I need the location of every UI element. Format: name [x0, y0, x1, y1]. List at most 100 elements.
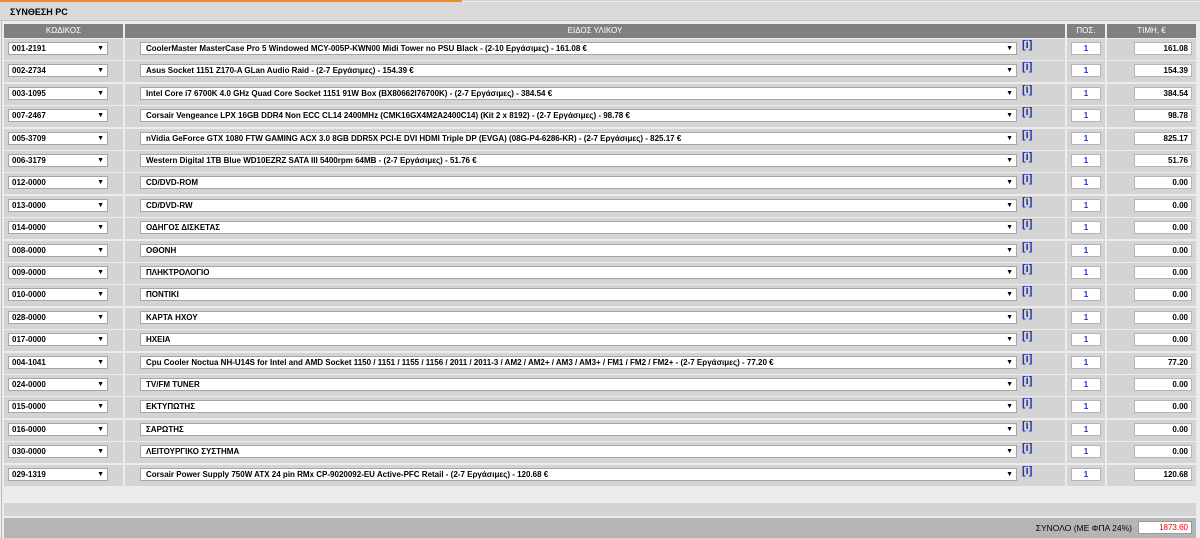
code-select[interactable]: 010-0000 ▼ — [8, 288, 108, 302]
description-select[interactable]: ΣΑΡΩΤΗΣ ▼ — [140, 422, 1017, 436]
price-cell: 0.00 — [1107, 442, 1196, 464]
quantity-input[interactable]: 1 — [1071, 109, 1101, 123]
description-select[interactable]: ΛΕΙΤΟΥΡΓΙΚΟ ΣΥΣΤΗΜΑ ▼ — [140, 445, 1017, 459]
description-select[interactable]: TV/FM TUNER ▼ — [140, 378, 1017, 391]
description-select[interactable]: Cpu Cooler Noctua NH-U14S for Intel and … — [140, 355, 1017, 369]
code-select[interactable]: 014-0000 ▼ — [8, 221, 108, 235]
info-link[interactable]: [i] — [1022, 285, 1032, 297]
quantity-input[interactable]: 1 — [1071, 445, 1101, 459]
code-select[interactable]: 001-2191 ▼ — [8, 42, 108, 55]
code-value: 028-0000 — [12, 312, 46, 322]
header-quantity: ΠΟΣ. — [1067, 24, 1105, 38]
quantity-input[interactable]: 1 — [1071, 221, 1101, 235]
code-select[interactable]: 003-1095 ▼ — [8, 86, 108, 100]
quantity-input[interactable]: 1 — [1071, 266, 1101, 279]
info-link[interactable]: [i] — [1022, 308, 1032, 320]
code-select[interactable]: 013-0000 ▼ — [8, 198, 108, 212]
quantity-input[interactable]: 1 — [1071, 355, 1101, 369]
info-link[interactable]: [i] — [1022, 218, 1032, 230]
quantity-input[interactable]: 1 — [1071, 176, 1101, 190]
code-select[interactable]: 006-3179 ▼ — [8, 154, 108, 167]
code-select[interactable]: 002-2734 ▼ — [8, 64, 108, 78]
description-select[interactable]: ΗΧΕΙΑ ▼ — [140, 333, 1017, 347]
info-link[interactable]: [i] — [1022, 173, 1032, 185]
chevron-down-icon: ▼ — [1006, 448, 1013, 456]
info-link[interactable]: [i] — [1022, 241, 1032, 253]
quantity-input[interactable]: 1 — [1071, 288, 1101, 302]
info-link[interactable]: [i] — [1022, 330, 1032, 342]
quantity-input[interactable]: 1 — [1071, 400, 1101, 414]
code-select[interactable]: 029-1319 ▼ — [8, 467, 108, 481]
quantity-input[interactable]: 1 — [1071, 64, 1101, 78]
chevron-down-icon: ▼ — [97, 291, 104, 299]
quantity-input[interactable]: 1 — [1071, 333, 1101, 347]
info-link[interactable]: [i] — [1022, 375, 1032, 387]
code-select[interactable]: 028-0000 ▼ — [8, 310, 108, 324]
description-select[interactable]: ΠΟΝΤΙΚΙ ▼ — [140, 288, 1017, 302]
description-select[interactable]: Corsair Power Supply 750W ATX 24 pin RMx… — [140, 467, 1017, 481]
table-row: 009-0000 ▼ ΠΛΗΚΤΡΟΛΟΓΙΟ ▼ [i] 1 0.00 — [4, 263, 1196, 284]
price-cell: 0.00 — [1107, 375, 1196, 396]
chevron-down-icon: ▼ — [97, 179, 104, 187]
quantity-input[interactable]: 1 — [1071, 86, 1101, 100]
code-select[interactable]: 008-0000 ▼ — [8, 243, 108, 257]
quantity-input[interactable]: 1 — [1071, 154, 1101, 167]
info-link[interactable]: [i] — [1022, 151, 1032, 163]
code-cell: 004-1041 ▼ — [4, 352, 123, 374]
info-link[interactable]: [i] — [1022, 397, 1032, 409]
description-select[interactable]: Corsair Vengeance LPX 16GB DDR4 Non ECC … — [140, 109, 1017, 123]
code-select[interactable]: 024-0000 ▼ — [8, 378, 108, 391]
code-select[interactable]: 009-0000 ▼ — [8, 266, 108, 279]
quantity-input[interactable]: 1 — [1071, 243, 1101, 257]
info-link[interactable]: [i] — [1022, 442, 1032, 454]
info-link[interactable]: [i] — [1022, 39, 1032, 51]
info-link[interactable]: [i] — [1022, 84, 1032, 96]
description-value: Western Digital 1TB Blue WD10EZRZ SATA I… — [146, 156, 477, 165]
description-select[interactable]: ΟΘΟΝΗ ▼ — [140, 243, 1017, 257]
code-select[interactable]: 017-0000 ▼ — [8, 333, 108, 347]
quantity-input[interactable]: 1 — [1071, 467, 1101, 481]
quantity-input[interactable]: 1 — [1071, 378, 1101, 391]
info-link[interactable]: [i] — [1022, 129, 1032, 141]
description-select[interactable]: ΕΚΤΥΠΩΤΗΣ ▼ — [140, 400, 1017, 414]
price-cell: 0.00 — [1107, 263, 1196, 284]
description-select[interactable]: CD/DVD-ROM ▼ — [140, 176, 1017, 190]
info-link[interactable]: [i] — [1022, 353, 1032, 365]
code-select[interactable]: 007-2467 ▼ — [8, 109, 108, 123]
code-select[interactable]: 016-0000 ▼ — [8, 422, 108, 436]
info-link[interactable]: [i] — [1022, 61, 1032, 73]
code-select[interactable]: 012-0000 ▼ — [8, 176, 108, 190]
description-select[interactable]: Intel Core i7 6700K 4.0 GHz Quad Core So… — [140, 86, 1017, 100]
description-select[interactable]: ΟΔΗΓΟΣ ΔΙΣΚΕΤΑΣ ▼ — [140, 221, 1017, 235]
description-select[interactable]: CoolerMaster MasterCase Pro 5 Windowed M… — [140, 42, 1017, 55]
info-link[interactable]: [i] — [1022, 196, 1032, 208]
info-link[interactable]: [i] — [1022, 106, 1032, 118]
description-cell: ΗΧΕΙΑ ▼ [i] — [125, 330, 1065, 352]
quantity-input[interactable]: 1 — [1071, 422, 1101, 436]
table-row: 030-0000 ▼ ΛΕΙΤΟΥΡΓΙΚΟ ΣΥΣΤΗΜΑ ▼ [i] 1 0.00 — [4, 442, 1196, 464]
chevron-down-icon: ▼ — [1006, 224, 1013, 232]
code-select[interactable]: 030-0000 ▼ — [8, 445, 108, 459]
code-select[interactable]: 015-0000 ▼ — [8, 400, 108, 414]
description-select[interactable]: ΚΑΡΤΑ ΗΧΟΥ ▼ — [140, 310, 1017, 324]
info-link[interactable]: [i] — [1022, 465, 1032, 477]
price-field: 120.68 — [1134, 467, 1192, 481]
chevron-down-icon: ▼ — [1006, 470, 1013, 478]
description-select[interactable]: CD/DVD-RW ▼ — [140, 198, 1017, 212]
total-value-field: 1873.60 — [1138, 521, 1192, 534]
quantity-input[interactable]: 1 — [1071, 42, 1101, 55]
price-cell: 0.00 — [1107, 397, 1196, 419]
description-select[interactable]: Asus Socket 1151 Z170-A GLan Audio Raid … — [140, 64, 1017, 78]
table-row: 014-0000 ▼ ΟΔΗΓΟΣ ΔΙΣΚΕΤΑΣ ▼ [i] 1 0.00 — [4, 218, 1196, 240]
quantity-input[interactable]: 1 — [1071, 131, 1101, 145]
info-link[interactable]: [i] — [1022, 420, 1032, 432]
quantity-input[interactable]: 1 — [1071, 310, 1101, 324]
description-select[interactable]: ΠΛΗΚΤΡΟΛΟΓΙΟ ▼ — [140, 266, 1017, 279]
code-value: 014-0000 — [12, 223, 46, 233]
code-select[interactable]: 004-1041 ▼ — [8, 355, 108, 369]
code-select[interactable]: 005-3709 ▼ — [8, 131, 108, 145]
description-select[interactable]: Western Digital 1TB Blue WD10EZRZ SATA I… — [140, 154, 1017, 167]
description-select[interactable]: nVidia GeForce GTX 1080 FTW GAMING ACX 3… — [140, 131, 1017, 145]
quantity-input[interactable]: 1 — [1071, 198, 1101, 212]
info-link[interactable]: [i] — [1022, 263, 1032, 275]
